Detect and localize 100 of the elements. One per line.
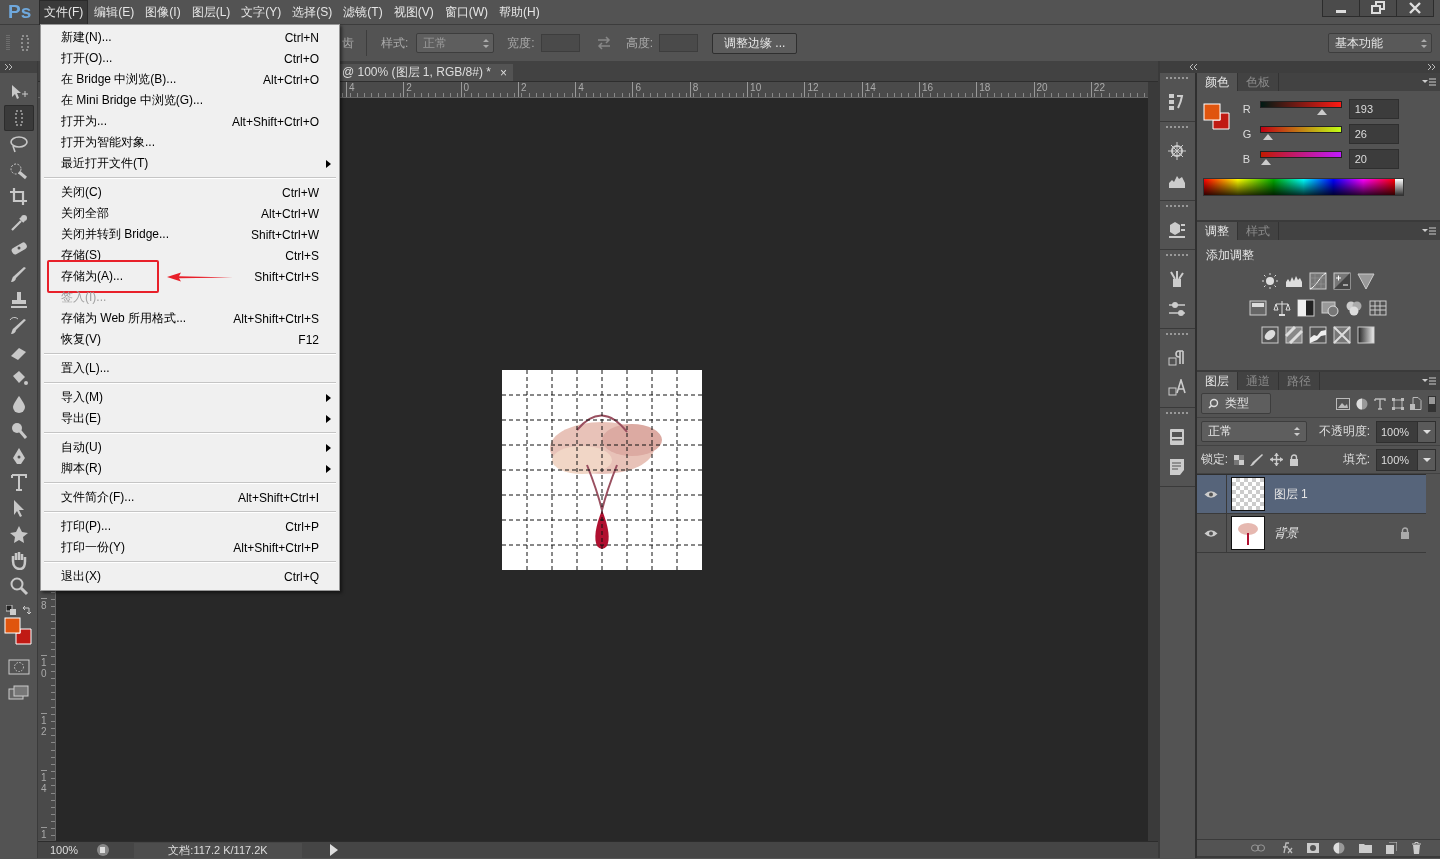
circles-icon[interactable] xyxy=(1345,299,1364,317)
character-icon[interactable] xyxy=(1168,379,1187,397)
menu-label[interactable]: 新建(N)... xyxy=(61,29,112,46)
close-icon[interactable] xyxy=(1396,0,1433,16)
menu-item[interactable]: 文件(F) xyxy=(39,0,89,25)
panel-menu-icon[interactable] xyxy=(1422,227,1436,235)
type-icon[interactable] xyxy=(1374,397,1386,410)
scales-icon[interactable] xyxy=(1273,299,1292,317)
menu-label[interactable]: 打印一份(Y) xyxy=(61,539,125,556)
blend-mode-dropdown[interactable]: 正常 xyxy=(1200,421,1307,442)
channel-value-field[interactable]: 20 xyxy=(1348,149,1399,169)
opacity-field[interactable]: 100% xyxy=(1376,420,1436,443)
new-layer-icon[interactable] xyxy=(1386,842,1397,854)
half-circle-icon[interactable] xyxy=(1333,842,1345,854)
menu-label[interactable]: 自动(U) xyxy=(61,439,102,456)
collapse-icon[interactable] xyxy=(4,63,14,71)
panel-tab[interactable]: 调整 xyxy=(1196,222,1238,240)
default-colors-icon[interactable] xyxy=(5,605,16,615)
lock-pixels-icon[interactable] xyxy=(1234,454,1244,465)
color-slider[interactable] xyxy=(1259,151,1342,165)
brush-icon[interactable] xyxy=(1250,453,1264,466)
menu-item[interactable]: 图层(L) xyxy=(186,0,236,25)
foreground-swatch[interactable] xyxy=(1203,103,1221,121)
channel-value-field[interactable]: 193 xyxy=(1348,99,1399,119)
menu-label[interactable]: 关闭全部 xyxy=(61,205,109,222)
panel-menu-icon[interactable] xyxy=(1422,377,1436,385)
dropdown-button[interactable] xyxy=(1417,449,1435,470)
folder-icon[interactable] xyxy=(1359,843,1372,853)
half-square-icon[interactable] xyxy=(1297,299,1316,317)
mask-icon[interactable] xyxy=(1307,843,1319,853)
camera-icon[interactable] xyxy=(1321,299,1340,317)
sliders-icon[interactable] xyxy=(1168,300,1187,318)
collapse-icon[interactable] xyxy=(1189,63,1198,71)
menu-item[interactable]: 图像(I) xyxy=(140,0,186,25)
transform-icon[interactable] xyxy=(1392,397,1404,410)
menu-label[interactable]: 打开(O)... xyxy=(61,50,113,67)
exposure-icon[interactable] xyxy=(1333,272,1352,290)
panel-icon[interactable] xyxy=(1168,428,1187,446)
note-icon[interactable] xyxy=(1168,458,1187,476)
layer-row[interactable]: 图层 1 xyxy=(1196,475,1426,514)
menu-item[interactable]: 视图(V) xyxy=(388,0,439,25)
background-swatch[interactable] xyxy=(1212,112,1230,130)
color-slider[interactable] xyxy=(1259,126,1342,140)
dropdown-button[interactable] xyxy=(1417,421,1435,442)
menu-label[interactable]: 关闭(C) xyxy=(61,184,102,201)
play-icon[interactable] xyxy=(328,843,340,857)
menu-item[interactable]: 文字(Y) xyxy=(236,0,287,25)
color-spectrum[interactable] xyxy=(1202,178,1404,196)
menu-item[interactable]: 选择(S) xyxy=(287,0,338,25)
menu-label[interactable]: 恢复(V) xyxy=(61,331,101,348)
swap-arrow-icon[interactable] xyxy=(21,605,32,615)
eye-icon[interactable] xyxy=(1204,489,1219,499)
menu-label[interactable]: 在 Bridge 中浏览(B)... xyxy=(61,71,177,88)
cube-icon[interactable] xyxy=(1168,221,1187,239)
minimize-icon[interactable] xyxy=(1323,0,1359,16)
document-icon[interactable] xyxy=(1410,397,1422,410)
menu-item[interactable]: 帮助(H) xyxy=(494,0,545,25)
status-icon[interactable] xyxy=(96,843,110,857)
menu-item[interactable]: 滤镜(T) xyxy=(338,0,388,25)
menu-label[interactable]: 文件简介(F)... xyxy=(61,489,135,506)
refine-edge-button[interactable]: 调整边缘 ... xyxy=(712,32,798,54)
menu-item[interactable]: 窗口(W) xyxy=(439,0,493,25)
menu-label[interactable]: 打印(P)... xyxy=(61,518,111,535)
menu-label[interactable]: 打开为... xyxy=(61,113,107,130)
menu-label[interactable]: 关闭并转到 Bridge... xyxy=(61,226,170,243)
workspace-dropdown[interactable]: 基本功能 xyxy=(1328,33,1432,53)
screen-mode-icon[interactable] xyxy=(7,685,30,703)
color-slider[interactable] xyxy=(1259,101,1342,115)
tab-close-button[interactable]: × xyxy=(499,65,507,80)
panel-tab[interactable]: 颜色 xyxy=(1196,73,1238,91)
menu-label[interactable]: 存储为 Web 所用格式... xyxy=(61,310,187,327)
stripes-icon[interactable] xyxy=(1285,326,1304,344)
toggle-switch-icon[interactable] xyxy=(1428,395,1436,412)
panel-tab[interactable]: 图层 xyxy=(1196,372,1238,390)
invert-icon[interactable] xyxy=(1261,326,1280,344)
quick-mask-icon[interactable] xyxy=(7,659,30,675)
gradient-bar-icon[interactable] xyxy=(1249,299,1268,317)
curves-icon[interactable] xyxy=(1309,272,1328,290)
image-filter-icon[interactable] xyxy=(1336,397,1350,410)
foreground-swatch[interactable] xyxy=(4,617,20,634)
half-circle-icon[interactable] xyxy=(1356,397,1368,410)
layer-row[interactable]: 背景 xyxy=(1196,514,1426,553)
fill-field[interactable]: 100% xyxy=(1376,448,1436,471)
tool-button[interactable] xyxy=(3,105,34,131)
filter-dropdown[interactable]: 类型 xyxy=(1200,393,1271,414)
menu-label[interactable]: 退出(X) xyxy=(61,568,101,585)
menu-label[interactable]: 最近打开文件(T) xyxy=(61,155,149,172)
panel-menu-icon[interactable] xyxy=(1422,78,1436,86)
grid-icon[interactable] xyxy=(1369,299,1388,317)
move-arrows-icon[interactable] xyxy=(1270,453,1283,466)
menu-label[interactable]: 导出(E) xyxy=(61,410,101,427)
threshold-icon[interactable] xyxy=(1309,326,1328,344)
menu-item[interactable]: 编辑(E) xyxy=(89,0,140,25)
expand-icon[interactable] xyxy=(1427,63,1436,71)
cross-square-icon[interactable] xyxy=(1333,326,1352,344)
menu-label[interactable]: 导入(M) xyxy=(61,389,103,406)
eye-icon[interactable] xyxy=(1204,528,1219,538)
brightness-icon[interactable] xyxy=(1261,272,1280,290)
restore-icon[interactable] xyxy=(1359,0,1396,16)
triangle-icon[interactable] xyxy=(1357,272,1376,290)
